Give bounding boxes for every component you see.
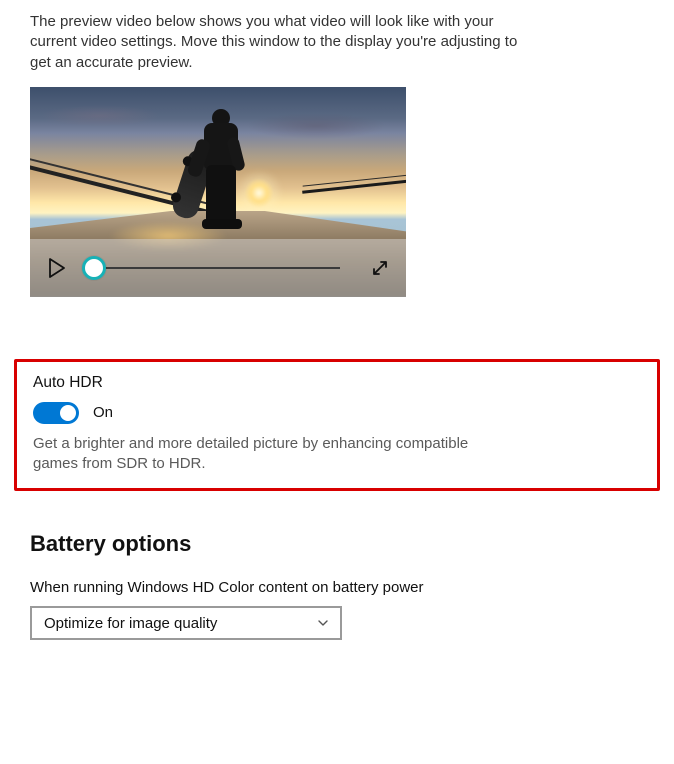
play-icon: [48, 258, 66, 278]
auto-hdr-toggle[interactable]: [33, 402, 79, 424]
seek-thumb[interactable]: [82, 256, 106, 280]
battery-dropdown-label: When running Windows HD Color content on…: [30, 579, 644, 596]
play-button[interactable]: [48, 258, 66, 278]
toggle-knob: [60, 405, 76, 421]
battery-mode-dropdown[interactable]: Optimize for image quality: [30, 606, 342, 640]
cloud-decoration: [40, 105, 160, 127]
auto-hdr-toggle-state: On: [93, 404, 113, 421]
video-controls: [30, 239, 406, 297]
cloud-decoration: [246, 113, 386, 139]
auto-hdr-toggle-row: On: [33, 402, 641, 424]
person-silhouette: [182, 109, 252, 235]
battery-options-heading: Battery options: [30, 531, 644, 557]
video-preview: [30, 87, 406, 297]
railing-decoration: [302, 179, 406, 193]
fullscreen-icon: [370, 258, 390, 278]
seek-track: [94, 267, 340, 269]
auto-hdr-section-highlight: Auto HDR On Get a brighter and more deta…: [14, 359, 660, 492]
auto-hdr-heading: Auto HDR: [33, 374, 641, 392]
auto-hdr-description: Get a brighter and more detailed picture…: [33, 434, 493, 475]
video-preview-description: The preview video below shows you what v…: [30, 12, 540, 73]
seek-slider[interactable]: [82, 253, 340, 283]
chevron-down-icon: [316, 616, 330, 630]
battery-mode-selected: Optimize for image quality: [44, 615, 217, 632]
fullscreen-button[interactable]: [370, 258, 390, 278]
